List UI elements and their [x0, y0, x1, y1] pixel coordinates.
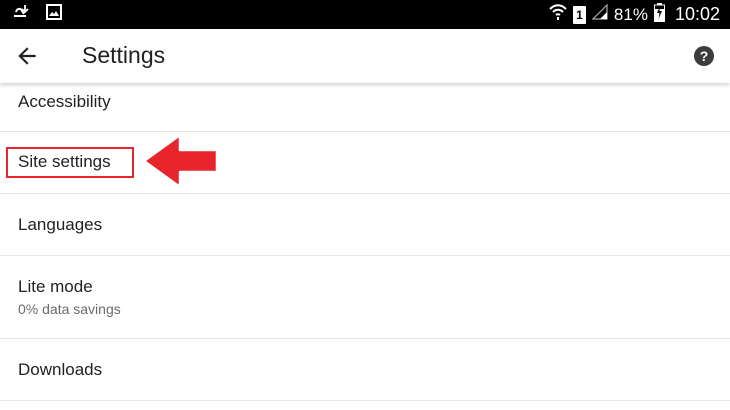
item-title: Languages: [18, 215, 103, 234]
svg-text:?: ?: [700, 48, 709, 64]
item-title: Accessibility: [18, 92, 111, 111]
wifi-icon: [549, 3, 567, 26]
item-title: Lite mode: [18, 277, 93, 296]
clock: 10:02: [674, 4, 720, 24]
settings-item-downloads[interactable]: Downloads: [0, 339, 730, 401]
item-subtitle: 0% data savings: [18, 301, 121, 317]
app-bar: Settings ?: [0, 29, 730, 83]
signal-icon: [591, 3, 608, 25]
item-title: Site settings: [18, 152, 111, 171]
item-title: Downloads: [18, 360, 103, 379]
settings-item-accessibility[interactable]: Accessibility: [0, 83, 730, 132]
system-status: 1 81% 10:02: [549, 0, 720, 29]
usb-debug-icon: [12, 3, 32, 26]
sim-icon: 1: [572, 5, 586, 24]
battery-charging-icon: [653, 2, 665, 27]
back-button[interactable]: [14, 43, 40, 69]
status-bar: 1 81% 10:02: [0, 0, 730, 29]
help-icon: ?: [694, 46, 714, 70]
arrow-back-icon: [14, 47, 40, 73]
battery-percent: 81%: [613, 4, 648, 24]
help-button[interactable]: ?: [694, 46, 714, 66]
gallery-notification-icon: [46, 4, 62, 25]
settings-item-lite-mode[interactable]: Lite mode 0% data savings: [0, 256, 730, 339]
settings-item-languages[interactable]: Languages: [0, 194, 730, 256]
pointer-arrow-icon: [140, 132, 220, 190]
page-title: Settings: [82, 42, 166, 68]
notification-icons: [12, 3, 62, 26]
settings-item-site-settings[interactable]: Site settings: [0, 132, 730, 194]
